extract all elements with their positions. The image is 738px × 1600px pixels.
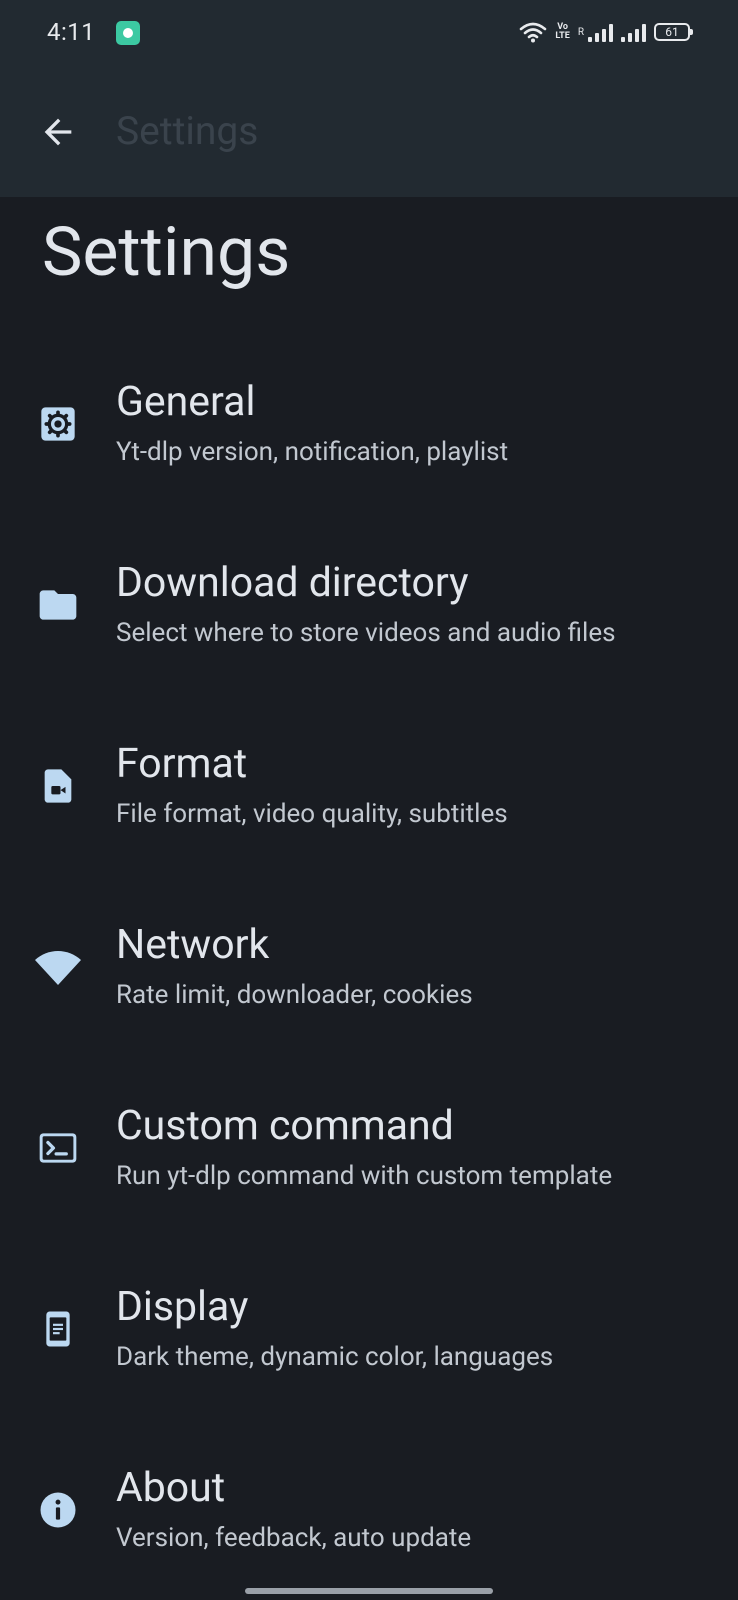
wifi-status-icon: [520, 22, 547, 43]
settings-item-general[interactable]: General Yt-dlp version, notification, pl…: [0, 362, 738, 543]
signal-2-icon: [621, 22, 646, 42]
arrow-back-icon: [44, 118, 72, 146]
settings-item-format[interactable]: Format File format, video quality, subti…: [0, 724, 738, 905]
roaming-indicator: R: [577, 26, 584, 38]
home-indicator[interactable]: [245, 1588, 493, 1594]
folder-icon: [34, 581, 82, 629]
status-icons: Vo LTE R 61: [519, 18, 693, 46]
settings-item-title: Display: [116, 1283, 249, 1331]
terminal-icon: [34, 1124, 82, 1172]
settings-item-custom-command[interactable]: Custom command Run yt-dlp command with c…: [0, 1086, 738, 1267]
toolbar-title: Settings: [116, 108, 259, 154]
settings-item-title: About: [116, 1464, 226, 1512]
battery-icon: 61: [654, 23, 693, 41]
settings-item-title: Custom command: [116, 1102, 454, 1150]
settings-item-subtitle: Rate limit, downloader, cookies: [116, 980, 473, 1010]
display-icon: [34, 1305, 82, 1353]
settings-item-title: General: [116, 378, 256, 426]
settings-item-title: Format: [116, 740, 248, 788]
settings-list: General Yt-dlp version, notification, pl…: [0, 362, 738, 1600]
settings-item-subtitle: Version, feedback, auto update: [116, 1523, 472, 1553]
back-button[interactable]: [34, 108, 82, 156]
volte-icon: Vo LTE: [555, 22, 570, 41]
settings-item-title: Download directory: [116, 559, 469, 607]
app-notification-icon: [116, 21, 140, 45]
wifi-icon: [34, 943, 82, 991]
settings-item-network[interactable]: Network Rate limit, downloader, cookies: [0, 905, 738, 1086]
settings-item-subtitle: File format, video quality, subtitles: [116, 799, 508, 829]
signal-1-icon: [588, 22, 613, 42]
status-time: 4:11: [47, 18, 96, 46]
gear-icon: [34, 400, 82, 448]
top-app-bar: 4:11 Vo LTE R 61 Settings: [0, 0, 738, 197]
settings-item-subtitle: Run yt-dlp command with custom template: [116, 1161, 613, 1191]
settings-item-about[interactable]: About Version, feedback, auto update: [0, 1448, 738, 1600]
page-title: Settings: [42, 212, 291, 292]
video-file-icon: [34, 762, 82, 810]
info-icon: [34, 1486, 82, 1534]
settings-item-subtitle: Dark theme, dynamic color, languages: [116, 1342, 554, 1372]
settings-item-display[interactable]: Display Dark theme, dynamic color, langu…: [0, 1267, 738, 1448]
settings-item-subtitle: Select where to store videos and audio f…: [116, 618, 616, 648]
settings-item-title: Network: [116, 921, 270, 969]
settings-screen: 4:11 Vo LTE R 61 Settings Settings Gener…: [0, 0, 738, 1600]
settings-item-subtitle: Yt-dlp version, notification, playlist: [116, 437, 509, 467]
settings-item-download-directory[interactable]: Download directory Select where to store…: [0, 543, 738, 724]
